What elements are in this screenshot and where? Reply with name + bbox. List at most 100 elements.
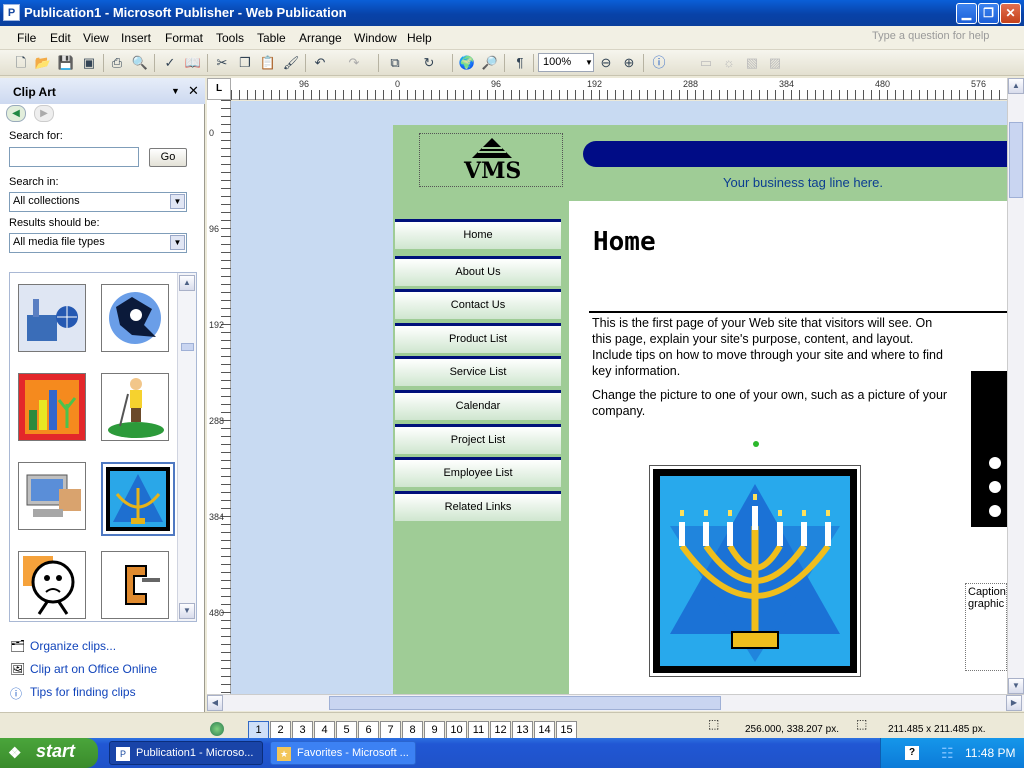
ask-question-box[interactable]: Type a question for help xyxy=(872,30,1022,46)
go-button[interactable]: Go xyxy=(149,148,187,167)
page-button-8[interactable]: 8 xyxy=(402,721,423,739)
picture-tool-icon[interactable]: ☼ xyxy=(720,54,738,72)
clip-thumbnail-factory-globe[interactable] xyxy=(18,284,86,352)
picture-tool-icon[interactable]: ▧ xyxy=(743,54,761,72)
minimize-button[interactable]: ▁ xyxy=(956,3,977,24)
picture-instruction-paragraph[interactable]: Change the picture to one of your own, s… xyxy=(592,387,952,419)
results-type-dropdown[interactable]: All media file types ▼ xyxy=(9,233,187,253)
chevron-down-icon[interactable]: ▼ xyxy=(170,194,185,209)
selected-picture-frame[interactable] xyxy=(649,465,861,677)
menu-format[interactable]: Format xyxy=(165,31,203,45)
intro-paragraph[interactable]: This is the first page of your Web site … xyxy=(592,315,952,379)
results-scroll-thumb[interactable] xyxy=(181,343,194,351)
network-icon[interactable]: ☷ xyxy=(941,745,954,762)
rotate-icon[interactable]: ↻ xyxy=(420,54,438,72)
page-button-15[interactable]: 15 xyxy=(556,721,577,739)
save-icon[interactable]: 💾 xyxy=(57,54,75,72)
scroll-down-icon[interactable]: ▼ xyxy=(179,603,195,619)
nav-button-employee-list[interactable]: Employee List xyxy=(395,457,561,487)
copy-icon[interactable]: ❐ xyxy=(236,54,254,72)
clip-thumbnail-computer[interactable] xyxy=(18,462,86,530)
nav-button-service-list[interactable]: Service List xyxy=(395,356,561,386)
ruler-corner[interactable]: L xyxy=(207,78,231,100)
help-tray-icon[interactable]: ? xyxy=(905,746,919,760)
horizontal-scrollbar[interactable]: ◀ ▶ xyxy=(207,694,1024,711)
page-button-4[interactable]: 4 xyxy=(314,721,335,739)
page-button-13[interactable]: 13 xyxy=(512,721,533,739)
paste-icon[interactable]: 📋 xyxy=(259,54,277,72)
page-button-12[interactable]: 12 xyxy=(490,721,511,739)
logo-frame[interactable]: VMS xyxy=(419,133,563,187)
publisher-app-icon[interactable]: P xyxy=(3,4,20,21)
vertical-scroll-thumb[interactable] xyxy=(1009,122,1023,198)
scroll-down-icon[interactable]: ▼ xyxy=(1008,678,1024,694)
menu-view[interactable]: View xyxy=(83,31,109,45)
horizontal-ruler[interactable]: 96 0 96 192 288 384 480 576 xyxy=(231,78,1007,100)
taskbar-item-favorites[interactable]: ★ Favorites - Microsoft ... xyxy=(270,741,416,765)
menu-tools[interactable]: Tools xyxy=(216,31,244,45)
nav-button-related-links[interactable]: Related Links xyxy=(395,491,561,521)
page-button-7[interactable]: 7 xyxy=(380,721,401,739)
page-button-10[interactable]: 10 xyxy=(446,721,467,739)
page-button-6[interactable]: 6 xyxy=(358,721,379,739)
publication-canvas[interactable]: VMS Your business tag line here. Home Ab… xyxy=(231,101,1007,694)
clip-thumbnail-bar-chart[interactable] xyxy=(18,373,86,441)
search-input[interactable] xyxy=(9,147,139,167)
web-preview-icon[interactable]: 🔎 xyxy=(481,54,499,72)
clip-thumbnail-figure-abstract[interactable] xyxy=(101,284,169,352)
save-web-icon[interactable]: ▣ xyxy=(80,54,98,72)
clip-thumbnail-worried-face[interactable] xyxy=(18,551,86,619)
hyperlink-icon[interactable]: 🌍 xyxy=(458,54,476,72)
taskbar-item-publisher[interactable]: P Publication1 - Microso... xyxy=(109,741,263,765)
page-button-3[interactable]: 3 xyxy=(292,721,313,739)
header-blue-bar[interactable] xyxy=(583,141,1007,167)
page-button-5[interactable]: 5 xyxy=(336,721,357,739)
chevron-down-icon[interactable]: ▼ xyxy=(170,235,185,250)
picture-tool-icon[interactable]: ▨ xyxy=(766,54,784,72)
zoom-out-icon[interactable]: ⊖ xyxy=(597,54,615,72)
organize-clips-link[interactable]: Organize clips... xyxy=(30,639,116,653)
menu-file[interactable]: File xyxy=(17,31,36,45)
undo-icon[interactable]: ↶ xyxy=(311,54,329,72)
clip-thumbnail-golfer[interactable] xyxy=(101,373,169,441)
nav-button-about-us[interactable]: About Us xyxy=(395,256,561,286)
caption-textbox[interactable]: Caption graphic xyxy=(965,583,1007,671)
web-page[interactable]: VMS Your business tag line here. Home Ab… xyxy=(393,125,1007,694)
scroll-up-icon[interactable]: ▲ xyxy=(1008,78,1024,94)
clock[interactable]: 11:48 PM xyxy=(965,746,1015,760)
vertical-scrollbar[interactable]: ▲ ▼ xyxy=(1007,78,1024,694)
nav-button-home[interactable]: Home xyxy=(395,219,561,249)
horizontal-scroll-thumb[interactable] xyxy=(329,696,721,710)
scroll-left-icon[interactable]: ◀ xyxy=(207,695,223,711)
cut-icon[interactable]: ✂ xyxy=(213,54,231,72)
open-icon[interactable]: 📂 xyxy=(34,54,52,72)
print-icon[interactable]: ⎙ xyxy=(108,54,126,72)
vertical-ruler[interactable]: 0 96 192 288 384 480 xyxy=(207,100,231,694)
business-tagline[interactable]: Your business tag line here. xyxy=(633,175,973,190)
close-icon[interactable]: ✕ xyxy=(188,83,199,99)
new-icon[interactable]: 🗋 xyxy=(12,54,30,72)
chevron-down-icon[interactable]: ▼ xyxy=(585,58,593,67)
format-painter-icon[interactable]: 🖌 xyxy=(282,54,300,72)
redo-icon[interactable]: ↷ xyxy=(345,54,363,72)
research-icon[interactable]: 📖 xyxy=(184,54,202,72)
forward-icon[interactable]: ▶ xyxy=(34,105,54,122)
bring-to-front-icon[interactable]: ⧉ xyxy=(386,54,404,72)
nav-button-contact-us[interactable]: Contact Us xyxy=(395,289,561,319)
results-scrollbar[interactable]: ▲ ▼ xyxy=(177,273,196,621)
menu-insert[interactable]: Insert xyxy=(121,31,151,45)
menu-arrange[interactable]: Arrange xyxy=(299,31,342,45)
page-button-1[interactable]: 1 xyxy=(248,721,269,739)
clip-thumbnail-clamp[interactable] xyxy=(101,551,169,619)
nav-button-calendar[interactable]: Calendar xyxy=(395,390,561,420)
menu-edit[interactable]: Edit xyxy=(50,31,71,45)
menu-window[interactable]: Window xyxy=(354,31,397,45)
picture-tool-icon[interactable]: ▭ xyxy=(697,54,715,72)
menu-help[interactable]: Help xyxy=(407,31,432,45)
search-in-dropdown[interactable]: All collections ▼ xyxy=(9,192,187,212)
spelling-icon[interactable]: ✓ xyxy=(161,54,179,72)
help-icon[interactable]: ⓘ xyxy=(650,54,668,72)
page-button-9[interactable]: 9 xyxy=(424,721,445,739)
restore-button[interactable]: ❐ xyxy=(978,3,999,24)
start-button[interactable]: ❖ start xyxy=(0,738,98,768)
